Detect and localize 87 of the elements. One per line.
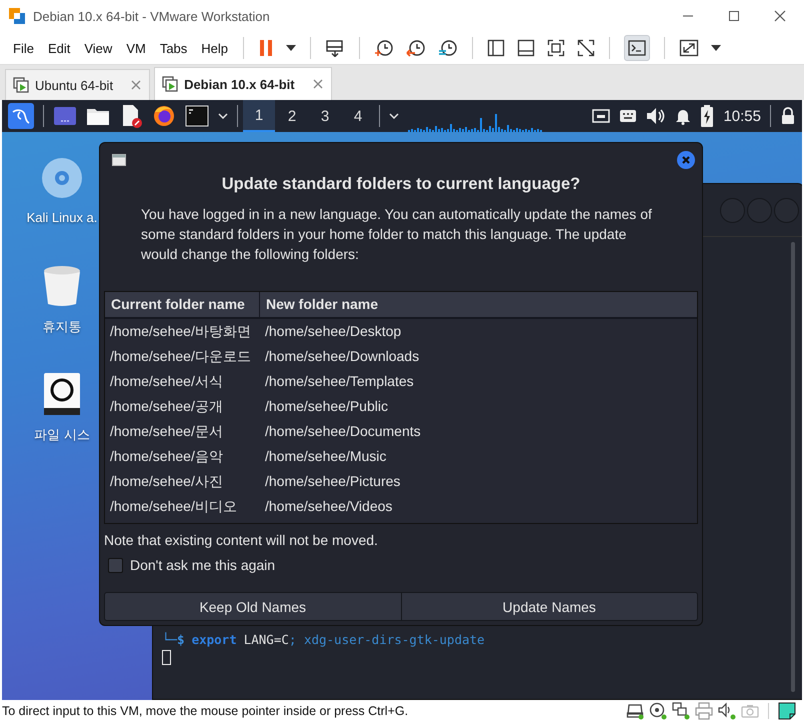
printer-icon[interactable]	[695, 702, 713, 720]
close-icon[interactable]	[312, 79, 323, 89]
table-cell-text: /home/sehee/다운로드	[109, 347, 252, 366]
table-cell-text: /home/sehee/서식	[109, 372, 224, 391]
column-header[interactable]: Current folder name	[105, 292, 260, 319]
vm-icon	[13, 77, 29, 93]
battery-icon[interactable]	[700, 105, 714, 127]
keyboard-icon[interactable]	[619, 109, 638, 123]
clock: 10:55	[723, 108, 761, 124]
table-cell-text: /home/sehee/Templates	[264, 372, 415, 391]
table-cell-text: /home/sehee/Downloads	[264, 347, 420, 366]
terminal-text: ; xdg-user-dirs-gtk-update	[288, 632, 485, 647]
bell-icon[interactable]	[675, 107, 692, 125]
dialog-title: Update standard folders to current language?	[220, 175, 582, 194]
pause-icon[interactable]	[258, 39, 274, 57]
workspace-button[interactable]: 2	[276, 100, 308, 132]
terminal-cursor	[162, 650, 171, 665]
caret-icon[interactable]	[286, 45, 296, 51]
window-title: Debian 10.x 64-bit - VMware Workstation	[33, 8, 270, 24]
caret-icon[interactable]	[711, 45, 722, 51]
show-desktop-icon[interactable]	[53, 105, 77, 127]
checkbox-label[interactable]: Don't ask me this again	[130, 557, 276, 573]
note-text: Note that existing content will not be moved.	[104, 532, 379, 548]
volume-icon[interactable]	[646, 107, 666, 125]
workspace-button[interactable]: 1	[243, 100, 275, 132]
column-header[interactable]: New folder name	[260, 292, 697, 319]
checkbox[interactable]	[108, 558, 123, 572]
caret-icon[interactable]	[218, 113, 228, 119]
table-cell-text: /home/sehee/비디오	[109, 497, 238, 516]
app-logo-icon	[8, 7, 26, 25]
workspace-button[interactable]: 4	[342, 100, 374, 132]
desktop-icon-label[interactable]: Kali Linux a.	[26, 210, 98, 225]
close-icon[interactable]	[677, 151, 695, 169]
table-cell-text: /home/sehee/Pictures	[264, 472, 402, 491]
table-cell-text: /home/sehee/Music	[264, 447, 388, 466]
menu-item[interactable]: Tabs	[158, 40, 188, 56]
table-cell-text: /home/sehee/Documents	[264, 422, 422, 441]
kali-menu-icon[interactable]	[8, 103, 34, 129]
close-icon[interactable]	[131, 80, 142, 90]
terminal-icon	[628, 40, 646, 56]
close-icon[interactable]	[774, 10, 786, 22]
vm-icon	[162, 76, 178, 92]
desktop-icon-label[interactable]: 휴지통	[42, 318, 82, 336]
table-cell-text: /home/sehee/Public	[264, 397, 389, 416]
terminal-prompt: └─$	[162, 632, 185, 647]
desktop-icon-label[interactable]: 파일 시스	[34, 426, 90, 444]
terminal-icon[interactable]	[185, 105, 209, 127]
cd-icon[interactable]	[649, 702, 667, 720]
note-icon[interactable]	[778, 702, 796, 720]
workspace-button[interactable]: 3	[309, 100, 341, 132]
snapshot-revert-icon[interactable]	[406, 39, 426, 57]
menu-item[interactable]: View	[83, 40, 114, 56]
table-cell-text: /home/sehee/음악	[109, 447, 224, 466]
vm-tab[interactable]: Ubuntu 64-bit	[5, 69, 150, 100]
table-cell-text: /home/sehee/공개	[109, 397, 224, 416]
snapshot-manager-icon[interactable]	[438, 39, 458, 57]
firefox-icon[interactable]	[152, 104, 176, 128]
lock-icon[interactable]	[780, 107, 796, 125]
table-cell-text: /home/sehee/Videos	[264, 497, 394, 516]
sound-icon[interactable]	[718, 702, 736, 720]
vm-tab[interactable]: Debian 10.x 64-bit	[154, 67, 332, 100]
status-text: To direct input to this VM, move the mouse pointer inside or press Ctrl+G.	[2, 704, 408, 718]
sidebar-view-icon[interactable]	[487, 39, 506, 57]
table-cell-text: /home/sehee/사진	[109, 472, 224, 491]
window-icon	[112, 154, 126, 166]
table-cell-text: /home/sehee/문서	[109, 422, 224, 441]
console-view-button[interactable]	[624, 35, 650, 61]
full-screen-icon[interactable]	[547, 39, 566, 57]
maximize-icon[interactable]	[728, 10, 740, 22]
table-cell-text: /home/sehee/바탕화면	[109, 322, 252, 341]
thumbnail-view-icon[interactable]	[517, 39, 536, 57]
menu-item[interactable]: Help	[200, 40, 230, 56]
dialog-button[interactable]: Update Names	[402, 592, 698, 621]
menu-item[interactable]: VM	[125, 40, 147, 56]
stretch-icon[interactable]	[679, 39, 700, 57]
dialog-message: You have logged in in a new language. You can automatically update the names of some standard folders in your home folder to match this language. The update would change the following folders:	[141, 205, 653, 264]
network-adapter-icon[interactable]	[672, 702, 690, 720]
hard-disk-icon[interactable]	[626, 702, 644, 720]
table-cell-text: /home/sehee/Desktop	[264, 322, 402, 341]
dialog-button[interactable]: Keep Old Names	[104, 592, 402, 621]
terminal-text: LANG=C	[244, 632, 289, 647]
caret-icon[interactable]	[389, 113, 399, 119]
snapshot-add-icon[interactable]	[374, 39, 394, 57]
scrollbar[interactable]	[791, 242, 795, 692]
menu-item[interactable]: File	[12, 40, 35, 56]
terminal-command: export	[192, 632, 237, 647]
menu-item[interactable]: Edit	[46, 40, 72, 56]
